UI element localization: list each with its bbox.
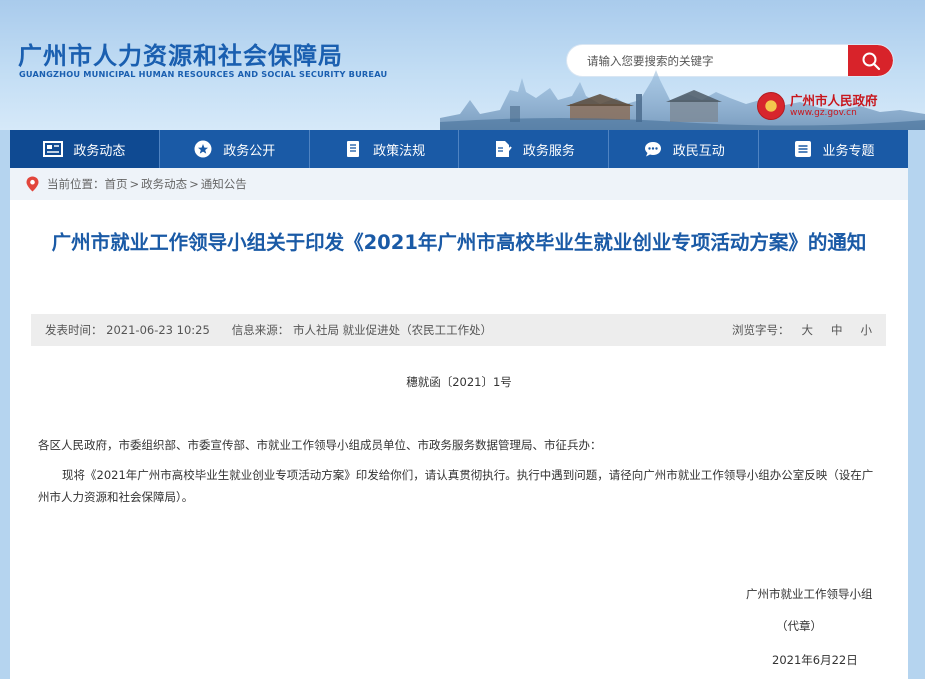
nav-label: 政策法规 (373, 143, 426, 159)
star-icon (193, 139, 213, 159)
nav-label: 政务公开 (223, 143, 276, 159)
document-number: 穗就函〔2021〕1号 (406, 375, 512, 389)
nav-label: 政民互动 (672, 143, 725, 159)
nav-item-open-gov[interactable]: 政务公开 (160, 130, 310, 168)
book-icon (343, 139, 363, 159)
list-icon (793, 139, 813, 159)
breadcrumb-home[interactable]: 首页 (105, 176, 128, 192)
breadcrumb-separator: > (189, 177, 199, 191)
site-title[interactable]: 广州市人力资源和社会保障局 (18, 36, 343, 71)
nav-item-news[interactable]: 政务动态 (10, 130, 160, 168)
document-date: 2021年6月22日 (772, 653, 858, 667)
site-title-english: GUANGZHOU MUNICIPAL HUMAN RESOURCES AND … (19, 69, 388, 79)
location-pin-icon (26, 176, 39, 192)
content-panel: 当前位置： 首页 > 政务动态 > 通知公告 广州市就业工作领导小组关于印发《2… (10, 168, 908, 679)
service-icon (493, 139, 513, 159)
nav-item-policy[interactable]: 政策法规 (310, 130, 460, 168)
nav-label: 业务专题 (822, 143, 875, 159)
main-nav: 政务动态 政务公开 政策法规 政务服务 政民互动 业务专题 (10, 130, 908, 168)
site-header: 广州市人力资源和社会保障局 GUANGZHOU MUNICIPAL HUMAN … (0, 0, 925, 130)
government-emblem-icon (757, 92, 785, 120)
gov-name: 广州市人民政府 (790, 92, 878, 108)
signer-note: （代章） (776, 619, 822, 633)
article-title: 广州市就业工作领导小组关于印发《2021年广州市高校毕业生就业创业专项活动方案》… (51, 231, 867, 254)
publish-time: 发表时间： 2021-06-23 10:25 (45, 323, 210, 337)
chat-icon (643, 139, 663, 159)
breadcrumb-separator: > (129, 177, 140, 191)
body-paragraph: 现将《2021年广州市高校毕业生就业创业专项活动方案》印发给你们，请认真贯彻执行… (38, 468, 874, 504)
breadcrumb-notices[interactable]: 通知公告 (201, 176, 247, 192)
nav-item-service[interactable]: 政务服务 (459, 130, 610, 168)
nav-item-interaction[interactable]: 政民互动 (609, 130, 760, 168)
gz-government-badge[interactable]: 广州市人民政府 www.gz.gov.cn (757, 92, 878, 120)
font-size-medium-button[interactable]: 中 (831, 322, 843, 338)
search-icon (862, 52, 880, 70)
nav-label: 政务动态 (73, 143, 126, 159)
article-meta-bar: 发表时间： 2021-06-23 10:25 信息来源： 市人社局 就业促进处（… (31, 314, 886, 346)
font-size-large-button[interactable]: 大 (802, 322, 814, 338)
info-source: 信息来源： 市人社局 就业促进处（农民工工作处） (231, 323, 493, 337)
font-size-label: 浏览字号： (732, 323, 790, 337)
gov-url: www.gz.gov.cn (790, 107, 857, 118)
breadcrumb-prefix: 当前位置： (47, 177, 105, 191)
nav-label: 政务服务 (522, 143, 575, 159)
recipients-paragraph: 各区人民政府，市委组织部、市委宣传部、市就业工作领导小组成员单位、市政务服务数据… (38, 438, 602, 452)
news-icon (43, 139, 64, 159)
breadcrumb: 当前位置： 首页 > 政务动态 > 通知公告 (10, 168, 908, 200)
signer: 广州市就业工作领导小组 (746, 587, 873, 601)
font-size-small-button[interactable]: 小 (861, 322, 873, 338)
nav-item-topics[interactable]: 业务专题 (759, 130, 908, 168)
breadcrumb-news[interactable]: 政务动态 (141, 176, 187, 192)
